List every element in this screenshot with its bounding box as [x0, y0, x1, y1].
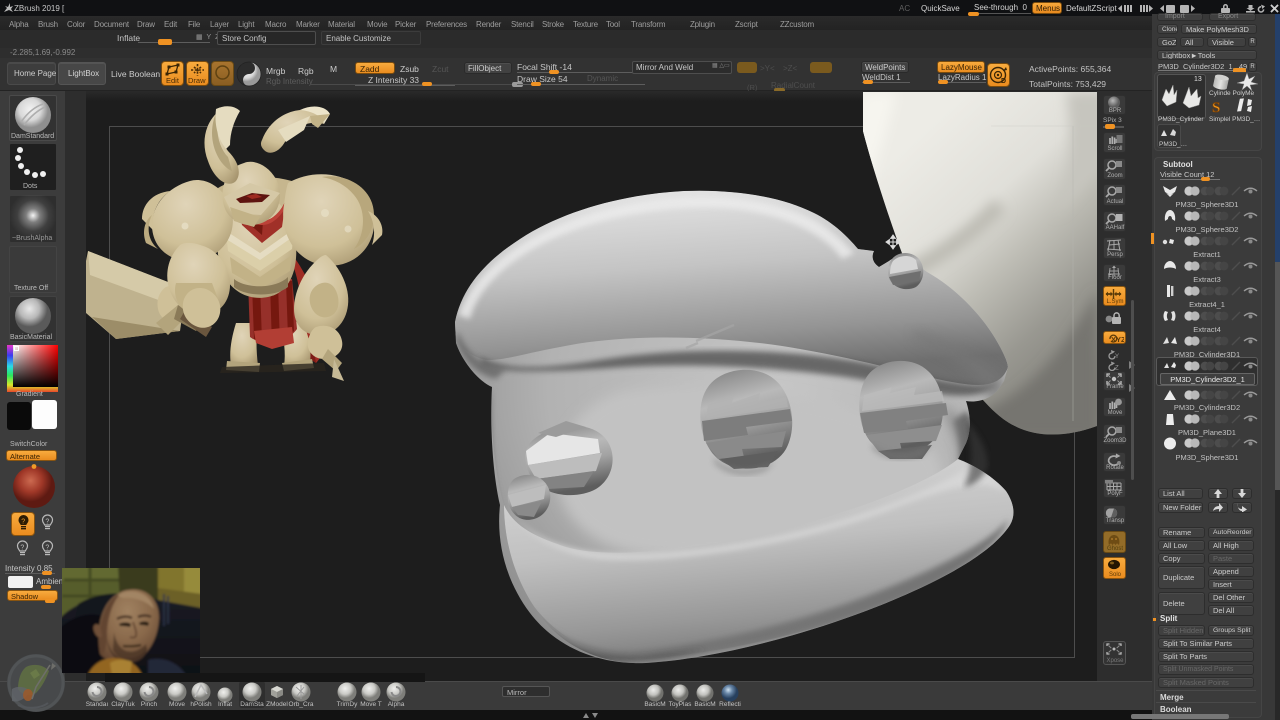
svg-text:S: S [1212, 100, 1220, 115]
svg-text:?: ? [45, 519, 49, 526]
svg-text:?: ? [45, 545, 49, 552]
svg-text:?: ? [20, 545, 24, 552]
svg-text:?: ? [21, 519, 25, 526]
svg-text:XYZ: XYZ [1111, 335, 1124, 344]
svg-text:D: D [1001, 78, 1006, 85]
